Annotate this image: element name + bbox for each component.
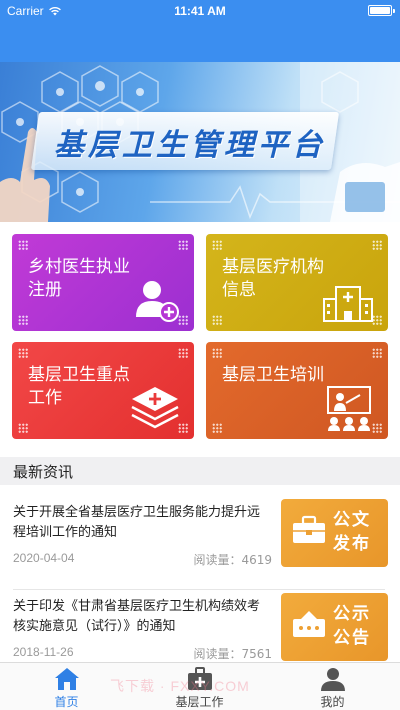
- app-screen: Carrier 11:41 AM 基层卫生管理平台 乡村医生执业注册 基层医疗机…: [0, 0, 400, 710]
- news-read-count: 阅读量：7561: [193, 645, 272, 662]
- news-date: 2018-11-26: [13, 645, 74, 659]
- news-section-title: 最新资讯: [13, 463, 74, 481]
- hospital-building-icon: [323, 286, 373, 322]
- read-count-value: 4619: [241, 553, 272, 567]
- tab-label: 我的: [320, 695, 345, 709]
- news-list: 关于开展全省基层医疗卫生服务能力提升远程培训工作的通知 2020-04-04 阅…: [0, 485, 400, 665]
- news-item[interactable]: 关于开展全省基层医疗卫生服务能力提升远程培训工作的通知 2020-04-04 阅…: [0, 497, 400, 590]
- read-count-label: 阅读量：: [193, 553, 242, 567]
- news-section-header: 最新资讯: [0, 457, 400, 485]
- battery-icon: [368, 5, 395, 16]
- tile-label: 乡村医生执业注册: [28, 257, 130, 300]
- notice-board-icon: [293, 611, 325, 637]
- classroom-training-icon: [327, 386, 371, 431]
- feature-grid: 乡村医生执业注册 基层医疗机构信息 基层卫生重点工作 基层卫生培训: [0, 222, 400, 457]
- tile-label: 基层医疗机构信息: [222, 257, 324, 300]
- watermark: 飞下载 · FXXY.COM: [110, 678, 250, 694]
- read-count-label: 阅读量：: [193, 647, 242, 661]
- person-icon: [321, 668, 345, 691]
- news-date: 2020-04-04: [13, 551, 75, 565]
- news-category-badge[interactable]: 公示公告: [281, 593, 388, 661]
- tile-training[interactable]: 基层卫生培训: [206, 342, 388, 439]
- news-read-count: 阅读量：4619: [193, 551, 272, 568]
- status-bar: Carrier 11:41 AM: [0, 0, 400, 22]
- status-time: 11:41 AM: [174, 4, 226, 18]
- news-title: 关于印发《甘肃省基层医疗卫生机构绩效考核实施意见（试行）》的通知: [13, 599, 261, 634]
- home-icon: [55, 668, 79, 690]
- layers-medical-icon: [131, 387, 179, 429]
- tile-label: 基层卫生重点工作: [28, 365, 130, 408]
- add-user-icon: [136, 281, 179, 322]
- tab-profile[interactable]: 我的: [266, 663, 399, 710]
- tile-village-doctor-registration[interactable]: 乡村医生执业注册: [12, 234, 194, 331]
- badge-label: 公文发布: [333, 510, 371, 554]
- news-category-badge[interactable]: 公文发布: [281, 499, 388, 567]
- read-count-value: 7561: [241, 647, 272, 661]
- news-title: 关于开展全省基层医疗卫生服务能力提升远程培训工作的通知: [13, 505, 261, 540]
- tile-key-work[interactable]: 基层卫生重点工作: [12, 342, 194, 439]
- banner[interactable]: 基层卫生管理平台: [0, 62, 400, 222]
- tile-institution-info[interactable]: 基层医疗机构信息: [206, 234, 388, 331]
- divider: [13, 589, 385, 590]
- badge-label: 公示公告: [333, 604, 371, 648]
- banner-title: 基层卫生管理平台: [54, 128, 326, 163]
- briefcase-icon: [293, 515, 325, 543]
- tile-label: 基层卫生培训: [222, 365, 324, 385]
